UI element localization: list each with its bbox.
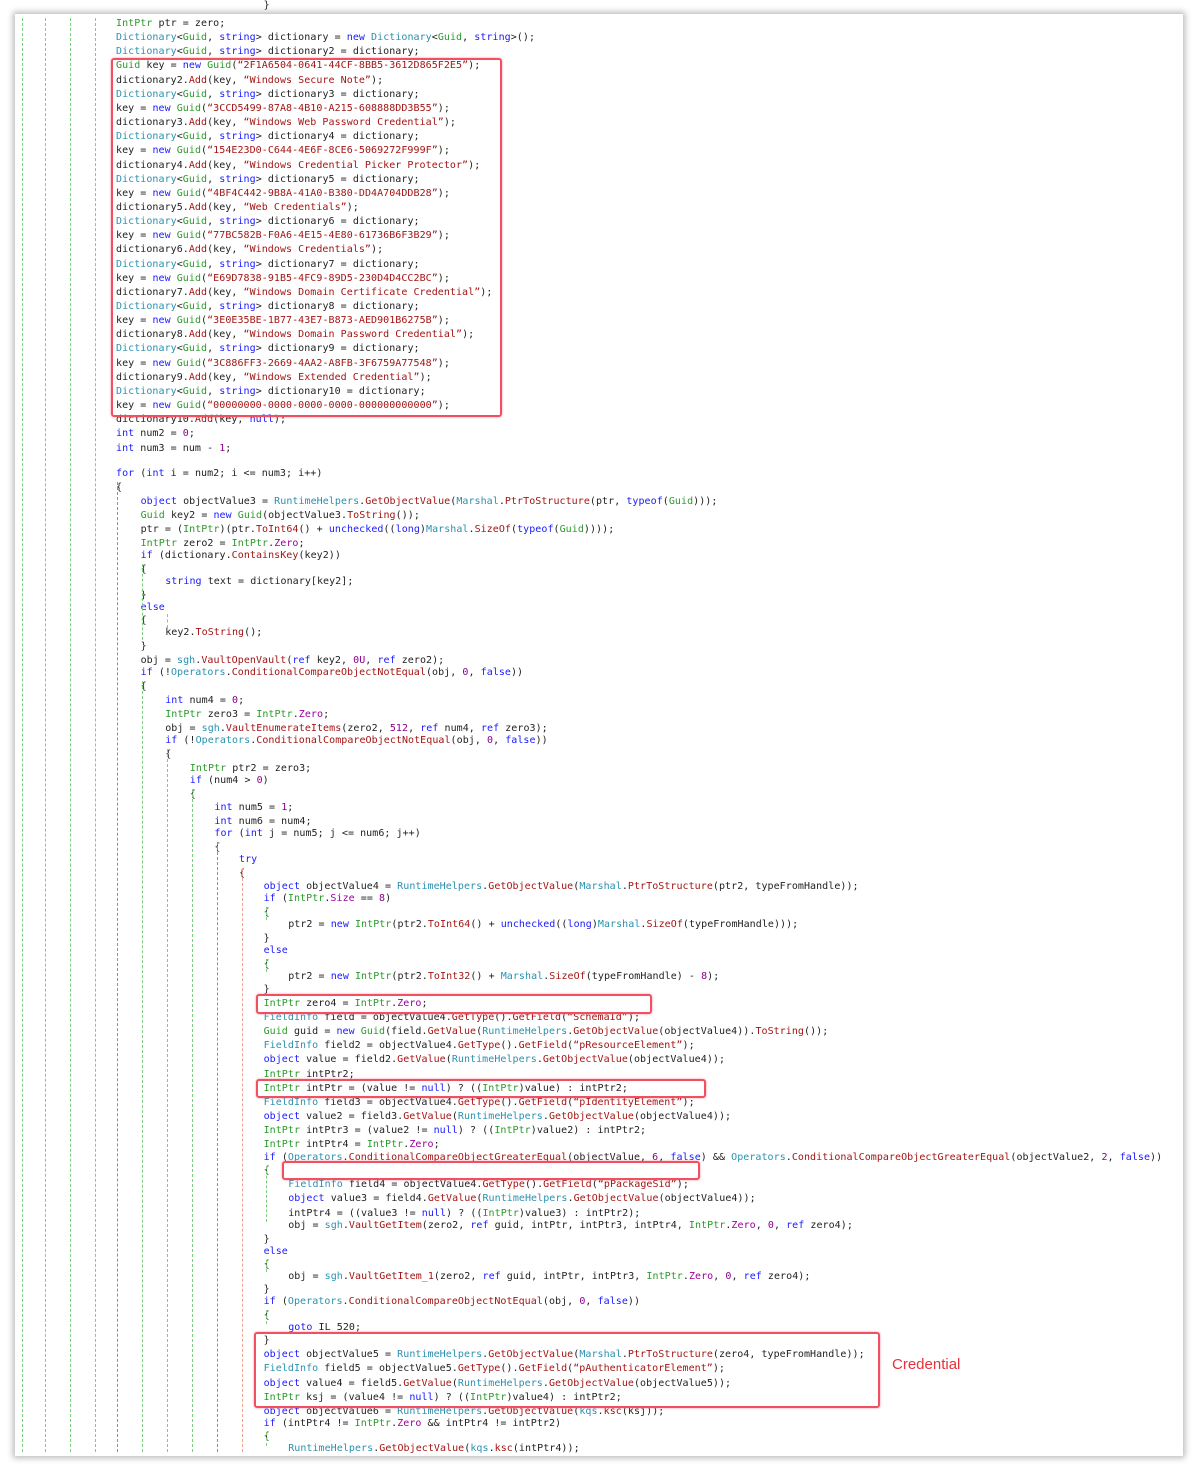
code-line: else <box>263 945 288 956</box>
code-line: else <box>263 1246 288 1257</box>
code-line: Guid guid = new Guid(field.GetValue(Runt… <box>263 1026 829 1037</box>
indent-guide <box>117 482 118 1452</box>
code-line: ptr2 = new IntPtr(ptr2.ToInt32() + Marsh… <box>288 971 720 982</box>
credential-annotation: Credential <box>892 1356 961 1373</box>
code-line: if (intPtr4 != IntPtr.Zero && intPtr4 !=… <box>263 1418 562 1429</box>
code-line: IntPtr zero2 = IntPtr.Zero; <box>140 538 305 549</box>
pidentityelement-highlight <box>256 1079 706 1098</box>
indent-guide <box>266 1260 267 1272</box>
code-line: Dictionary<Guid, string> dictionary = ne… <box>116 32 536 44</box>
indent-guide <box>142 564 143 640</box>
code-line: obj = sgh.VaultOpenVault(ref key2, 0U, r… <box>140 655 445 666</box>
code-line: object value = field2.GetValue(RuntimeHe… <box>263 1054 726 1065</box>
code-line: object value3 = field4.GetValue(RuntimeH… <box>288 1193 756 1204</box>
indent-guide <box>45 18 46 1452</box>
indent-guide <box>217 842 218 1452</box>
indent-guide <box>95 18 96 1452</box>
guid-dictionary-highlight <box>111 58 502 417</box>
code-line: IntPtr ptr2 = zero3; <box>189 763 312 774</box>
code-line: if (!Operators.ConditionalCompareObjectN… <box>165 735 548 746</box>
indent-guide <box>192 789 193 1452</box>
indent-guide <box>142 681 143 1452</box>
code-line: Dictionary<Guid, string> dictionary2 = d… <box>116 46 420 58</box>
ppackagesid-highlight <box>282 1161 700 1180</box>
code-line: obj = sgh.VaultEnumerateItems(zero2, 512… <box>165 723 548 734</box>
code-line: int num4 = 0; <box>165 695 245 706</box>
indent-guide <box>266 1310 267 1324</box>
code-line: } <box>263 0 270 11</box>
code-line: IntPtr ptr = zero; <box>116 18 226 29</box>
indent-guide <box>266 907 267 920</box>
code-line: RuntimeHelpers.GetObjectValue(kqs.ksc(in… <box>288 1443 580 1454</box>
code-line: } <box>263 933 270 944</box>
code-line: object objectValue4 = RuntimeHelpers.Get… <box>263 881 859 892</box>
code-line: intPtr4 = ((value3 != null) ? ((IntPtr)v… <box>288 1208 641 1219</box>
code-line: } <box>263 1234 270 1245</box>
code-line: if (num4 > 0) <box>189 775 269 786</box>
code-line: ptr = (IntPtr)(ptr.ToInt64() + unchecked… <box>140 524 615 535</box>
code-line: obj = sgh.VaultGetItem_1(zero2, ref guid… <box>288 1271 811 1282</box>
code-line: if (Operators.ConditionalCompareObjectNo… <box>263 1296 641 1307</box>
code-line: if (!Operators.ConditionalCompareObjectN… <box>140 667 524 678</box>
code-line: key2.ToString(); <box>165 627 263 638</box>
code-line: for (int j = num5; j <= num6; j++) <box>214 828 421 839</box>
code-line: } <box>140 641 147 652</box>
code-line: int num5 = 1; <box>214 802 294 813</box>
indent-guide <box>266 1432 267 1446</box>
code-line: if (dictionary.ContainsKey(key2)) <box>140 550 341 561</box>
code-line: object objectValue3 = RuntimeHelpers.Get… <box>140 496 718 507</box>
indent-guide <box>167 749 168 1452</box>
code-line: int num6 = num4; <box>214 816 312 827</box>
indent-guide <box>266 1166 267 1222</box>
code-line: int num3 = num - 1; <box>116 442 232 454</box>
code-line: object value2 = field3.GetValue(RuntimeH… <box>263 1111 732 1122</box>
code-line: try <box>239 854 258 865</box>
code-line: Guid key2 = new Guid(objectValue3.ToStri… <box>140 510 420 521</box>
credential-highlight <box>254 1332 880 1408</box>
code-line: IntPtr intPtr3 = (value2 != null) ? ((In… <box>263 1125 647 1136</box>
code-line: FieldInfo field3 = objectValue4.GetType(… <box>263 1097 695 1108</box>
code-line: else <box>140 602 165 613</box>
code-line: obj = sgh.VaultGetItem(zero2, ref guid, … <box>288 1220 853 1231</box>
indent-guide <box>242 868 243 1452</box>
indent-guide <box>167 614 168 628</box>
code-line: for (int i = num2; i <= num3; i++) <box>116 468 323 479</box>
code-line: ptr2 = new IntPtr(ptr2.ToInt64() + unche… <box>288 919 799 930</box>
indent-guide <box>22 18 23 1452</box>
code-line: } <box>263 1284 270 1295</box>
indent-guide <box>266 959 267 972</box>
code-line: IntPtr intPtr4 = IntPtr.Zero; <box>263 1139 440 1150</box>
code-line: FieldInfo field2 = objectValue4.GetType(… <box>263 1040 695 1051</box>
schemaid-highlight <box>256 994 652 1014</box>
code-line: string text = dictionary[key2]; <box>165 576 354 587</box>
code-line: if (IntPtr.Size == 8) <box>263 893 392 904</box>
code-line: int num2 = 0; <box>116 428 195 440</box>
code-line: IntPtr zero3 = IntPtr.Zero; <box>165 709 330 720</box>
indent-guide <box>70 18 71 1452</box>
code-line: FieldInfo field4 = objectValue4.GetType(… <box>288 1179 689 1190</box>
